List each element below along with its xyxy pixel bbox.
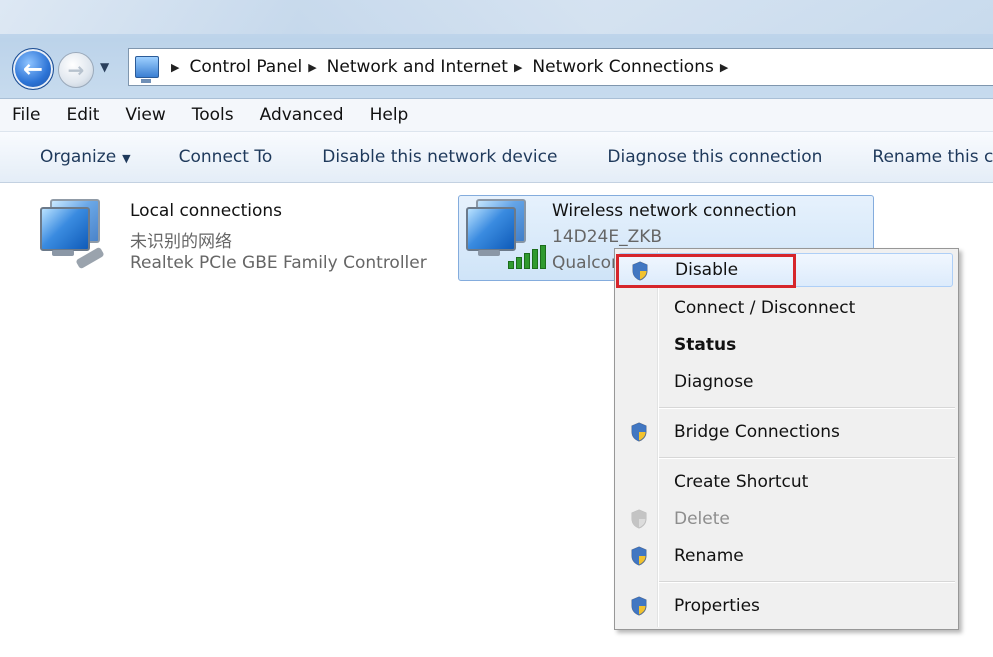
- disable-device-button[interactable]: Disable this network device: [322, 147, 557, 167]
- rename-button[interactable]: Rename this connection: [872, 147, 993, 167]
- menu-item-label: Create Shortcut: [674, 472, 809, 492]
- diagnose-button[interactable]: Diagnose this connection: [607, 147, 822, 167]
- menu-item-label: Delete: [674, 509, 730, 529]
- uac-shield-disabled-icon: [631, 509, 647, 529]
- back-arrow-icon[interactable]: ←: [12, 48, 54, 90]
- menu-item-status[interactable]: Status: [618, 328, 953, 362]
- address-bar[interactable]: ▶ Control Panel ▶ Network and Internet ▶…: [128, 48, 993, 86]
- uac-shield-icon: [631, 546, 647, 566]
- organize-label: Organize: [40, 147, 117, 167]
- menu-item-label: Connect / Disconnect: [674, 298, 856, 318]
- connection-status: 未识别的网络: [130, 232, 232, 252]
- crumb-separator-icon[interactable]: ▶: [171, 61, 179, 74]
- menu-item-create-shortcut[interactable]: Create Shortcut: [618, 465, 953, 499]
- connection-adapter: Realtek PCIe GBE Family Controller: [130, 253, 427, 273]
- menu-item-label: Disable: [675, 260, 739, 280]
- connect-to-button[interactable]: Connect To: [179, 147, 273, 167]
- menu-item-delete: Delete: [618, 502, 953, 536]
- wifi-signal-icon: [508, 245, 546, 269]
- menu-item-disable[interactable]: Disable: [618, 253, 953, 287]
- chevron-down-icon: ▼: [122, 152, 131, 165]
- menu-item-diagnose[interactable]: Diagnose: [618, 365, 953, 399]
- crumb-separator-icon[interactable]: ▶: [514, 61, 522, 74]
- crumb-network-connections[interactable]: Network Connections: [532, 57, 713, 77]
- title-bar: ← → ▼ ▶ Control Panel ▶ Network and Inte…: [0, 0, 993, 99]
- menu-help[interactable]: Help: [357, 105, 422, 125]
- menu-item-properties[interactable]: Properties: [618, 589, 953, 623]
- menu-view[interactable]: View: [112, 105, 178, 125]
- menu-separator: [659, 407, 955, 409]
- control-panel-icon: [135, 56, 159, 83]
- menu-separator: [659, 581, 955, 583]
- menu-item-label: Rename: [674, 546, 744, 566]
- uac-shield-icon: [631, 596, 647, 616]
- menu-item-label: Bridge Connections: [674, 422, 840, 442]
- context-menu: Disable Connect / Disconnect Status Diag…: [614, 248, 959, 630]
- menu-edit[interactable]: Edit: [53, 105, 112, 125]
- forward-arrow-icon[interactable]: →: [58, 52, 94, 88]
- menu-item-label: Status: [674, 335, 737, 355]
- menu-item-label: Diagnose: [674, 372, 754, 392]
- organize-button[interactable]: Organize ▼: [40, 147, 131, 167]
- connection-status: 14D24E_ZKB: [552, 227, 663, 247]
- menu-separator: [659, 457, 955, 459]
- connection-name: Local connections: [130, 201, 282, 221]
- menu-item-label: Properties: [674, 596, 760, 616]
- crumb-network-internet[interactable]: Network and Internet: [327, 57, 508, 77]
- menu-file[interactable]: File: [0, 105, 53, 125]
- uac-shield-icon: [632, 261, 648, 281]
- crumb-control-panel[interactable]: Control Panel: [189, 57, 302, 77]
- menu-advanced[interactable]: Advanced: [247, 105, 357, 125]
- command-bar: Organize ▼ Connect To Disable this networ…: [0, 132, 993, 183]
- menu-item-bridge[interactable]: Bridge Connections: [618, 415, 953, 449]
- history-dropdown-icon[interactable]: ▼: [100, 60, 109, 74]
- connection-name: Wireless network connection: [552, 201, 797, 221]
- crumb-separator-icon[interactable]: ▶: [308, 61, 316, 74]
- menu-item-rename[interactable]: Rename: [618, 539, 953, 573]
- uac-shield-icon: [631, 422, 647, 442]
- menu-tools[interactable]: Tools: [179, 105, 247, 125]
- taskbar-strip: [0, 0, 993, 34]
- menu-bar: File Edit View Tools Advanced Help: [0, 99, 993, 132]
- crumb-separator-icon[interactable]: ▶: [720, 61, 728, 74]
- menu-item-connect-disconnect[interactable]: Connect / Disconnect: [618, 291, 953, 325]
- local-connection-item[interactable]: Local connections 未识别的网络 Realtek PCIe GB…: [36, 195, 446, 279]
